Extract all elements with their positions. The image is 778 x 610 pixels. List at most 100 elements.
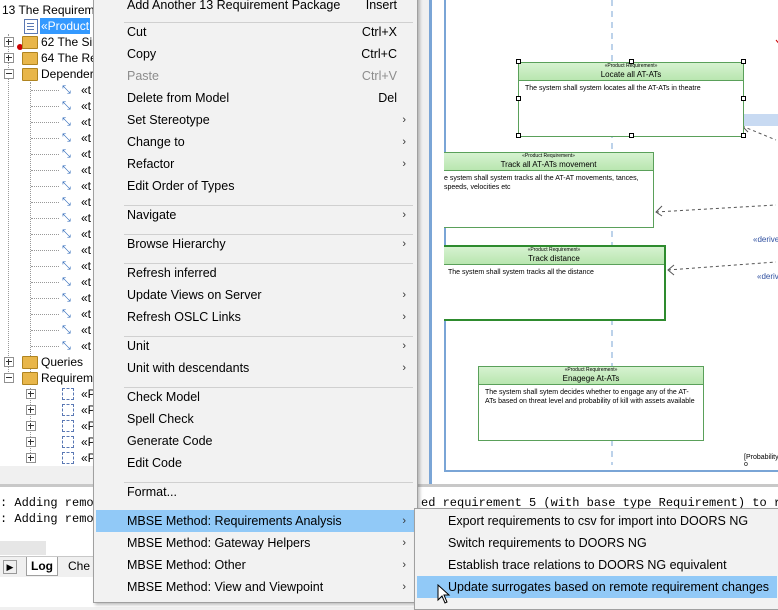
menu-item-delete-from-model[interactable]: Delete from Model Del (96, 87, 415, 109)
expand-plus-icon[interactable] (4, 53, 14, 63)
tab-check[interactable]: Che (64, 557, 94, 575)
menu-item-mbse-method-gateway-helpers[interactable]: MBSE Method: Gateway Helpers › (96, 532, 415, 554)
model-browser-tree[interactable]: 13 The Requirem «Product 62 The Sir 64 T… (0, 0, 93, 466)
tree-item-dependency[interactable]: ⤡ «t (0, 146, 93, 162)
menu-item-browse-hierarchy[interactable]: Browse Hierarchy › (96, 233, 415, 255)
tree-item-product-requirement[interactable]: «P (0, 434, 93, 450)
menu-item-refresh-inferred[interactable]: Refresh inferred (96, 262, 415, 284)
menu-item-copy[interactable]: Copy Ctrl+C (96, 43, 415, 65)
menu-item-paste[interactable]: Paste Ctrl+V (96, 65, 415, 87)
diagram-canvas[interactable]: «Product Requirement» Locate all AT-ATs T… (444, 0, 778, 472)
menu-item-edit-code[interactable]: Edit Code (96, 452, 415, 474)
log-horizontal-scrollbar[interactable] (0, 541, 46, 555)
tree-item-product-requirement[interactable]: «P (0, 418, 93, 434)
menu-item-unit-with-descendants[interactable]: Unit with descendants › (96, 357, 415, 379)
chevron-right-icon: › (402, 114, 406, 126)
requirement-box-track-movement[interactable]: «Product Requirement» Track all AT-ATs mo… (444, 152, 654, 228)
scroll-left-icon[interactable]: ▶ (3, 560, 17, 574)
tree-item-dependency[interactable]: ⤡ «t (0, 306, 93, 322)
requirements-analysis-submenu[interactable]: Export requirements to csv for import in… (414, 508, 778, 610)
tree-item-dependency[interactable]: ⤡ «t (0, 322, 93, 338)
dependency-arrow-icon: ⤡ (62, 244, 71, 256)
submenu-item-switch-requirements-to-doors-ng[interactable]: Switch requirements to DOORS NG (417, 532, 777, 554)
tree-item-62[interactable]: 62 The Sir (0, 34, 93, 50)
menu-item-change-to[interactable]: Change to › (96, 131, 415, 153)
tree-item-queries[interactable]: Queries (0, 354, 93, 370)
menu-item-format[interactable]: Format... (96, 481, 415, 503)
tree-item-label: «t (81, 179, 92, 193)
tab-log[interactable]: Log (26, 557, 58, 576)
menu-item-refactor[interactable]: Refactor › (96, 153, 415, 175)
expand-plus-icon[interactable] (26, 405, 36, 415)
log-tabs: ▶ Log Che (0, 556, 93, 577)
expand-plus-icon[interactable] (26, 389, 36, 399)
menu-item-label: Delete from Model (127, 91, 230, 105)
menu-item-mbse-method-view-and-viewpoint[interactable]: MBSE Method: View and Viewpoint › (96, 576, 415, 598)
tree-item-dependency[interactable]: ⤡ «t (0, 82, 93, 98)
submenu-item-establish-trace-relations-to-doors-ng-eq[interactable]: Establish trace relations to DOORS NG eq… (417, 554, 777, 576)
resize-handle[interactable] (741, 59, 746, 64)
tree-item-dependency[interactable]: ⤡ «t (0, 242, 93, 258)
menu-item-refresh-oslc-links[interactable]: Refresh OSLC Links › (96, 306, 415, 328)
tree-item-dependencies[interactable]: Depender (0, 66, 93, 82)
requirement-box-engage[interactable]: «Product Requirement» Enagege At-ATs The … (478, 366, 704, 441)
resize-handle[interactable] (741, 133, 746, 138)
expand-plus-icon[interactable] (26, 437, 36, 447)
folder-icon (22, 52, 38, 65)
menu-item-label: Cut (127, 25, 147, 39)
tree-item-dependency[interactable]: ⤡ «t (0, 114, 93, 130)
submenu-item-export-requirements-to-csv-for-import-in[interactable]: Export requirements to csv for import in… (417, 510, 777, 532)
menu-item-spell-check[interactable]: Spell Check (96, 408, 415, 430)
menu-item-shortcut: Insert (365, 0, 397, 12)
context-menu[interactable]: Add Another 13 Requirement Package Insert… (93, 0, 418, 603)
expand-plus-icon[interactable] (4, 357, 14, 367)
requirement-box-track-distance[interactable]: «Product Requirement» Track distance The … (444, 245, 666, 321)
tree-item-product-requirement[interactable]: «P (0, 402, 93, 418)
tree-item-product-selected[interactable]: «Product (0, 18, 93, 50)
menu-item-set-stereotype[interactable]: Set Stereotype › (96, 109, 415, 131)
menu-item-generate-code[interactable]: Generate Code (96, 430, 415, 452)
tree-item-label: «t (81, 115, 92, 129)
menu-item-add-another-13-requirement-package[interactable]: Add Another 13 Requirement Package Insert (96, 0, 415, 16)
menu-item-unit[interactable]: Unit › (96, 335, 415, 357)
tree-item-dependency[interactable]: ⤡ «t (0, 226, 93, 242)
menu-item-shortcut: Ctrl+C (361, 47, 397, 61)
tree-item-dependency[interactable]: ⤡ «t (0, 258, 93, 274)
menu-item-cut[interactable]: Cut Ctrl+X (96, 21, 415, 43)
tree-item-dependency[interactable]: ⤡ «t (0, 290, 93, 306)
menu-item-mbse-method-requirements-analysis[interactable]: MBSE Method: Requirements Analysis › (96, 510, 415, 532)
requirement-box-locate[interactable]: «Product Requirement» Locate all AT-ATs T… (518, 62, 744, 137)
menu-item-check-model[interactable]: Check Model (96, 386, 415, 408)
collapse-minus-icon[interactable] (4, 69, 14, 79)
menu-item-navigate[interactable]: Navigate › (96, 204, 415, 226)
tree-item-label: «t (81, 275, 92, 289)
menu-item-update-views-on-server[interactable]: Update Views on Server › (96, 284, 415, 306)
expand-plus-icon[interactable] (4, 37, 14, 47)
resize-handle[interactable] (516, 96, 521, 101)
tree-item-dependency[interactable]: ⤡ «t (0, 162, 93, 178)
tree-item-dependency[interactable]: ⤡ «t (0, 194, 93, 210)
resize-handle[interactable] (741, 96, 746, 101)
menu-item-mbse-method-other[interactable]: MBSE Method: Other › (96, 554, 415, 576)
tree-item-dependency[interactable]: ⤡ «t (0, 98, 93, 114)
tree-item-product-requirement[interactable]: «P (0, 450, 93, 466)
resize-handle[interactable] (516, 133, 521, 138)
tree-item-dependency[interactable]: ⤡ «t (0, 210, 93, 226)
tree-item-requirements[interactable]: Requirem (0, 370, 93, 386)
expand-plus-icon[interactable] (26, 453, 36, 463)
collapse-minus-icon[interactable] (4, 373, 14, 383)
tree-item-dependency[interactable]: ⤡ «t (0, 338, 93, 354)
resize-handle[interactable] (516, 59, 521, 64)
expand-plus-icon[interactable] (26, 421, 36, 431)
tree-item-product-requirement[interactable]: «P (0, 386, 93, 402)
resize-handle[interactable] (629, 133, 634, 138)
resize-handle[interactable] (629, 59, 634, 64)
submenu-item-update-surrogates-based-on-remote-requir[interactable]: Update surrogates based on remote requir… (417, 576, 777, 598)
tree-item-64[interactable]: 64 The Re (0, 50, 93, 66)
tree-item-dependency[interactable]: ⤡ «t (0, 274, 93, 290)
tree-item-dependency[interactable]: ⤡ «t (0, 178, 93, 194)
diagram-editor[interactable]: «Product Requirement» Locate all AT-ATs T… (429, 0, 778, 484)
menu-item-edit-order-of-types[interactable]: Edit Order of Types (96, 175, 415, 197)
tree-item-dependency[interactable]: ⤡ «t (0, 130, 93, 146)
dependency-arrow-icon: ⤡ (62, 148, 71, 160)
